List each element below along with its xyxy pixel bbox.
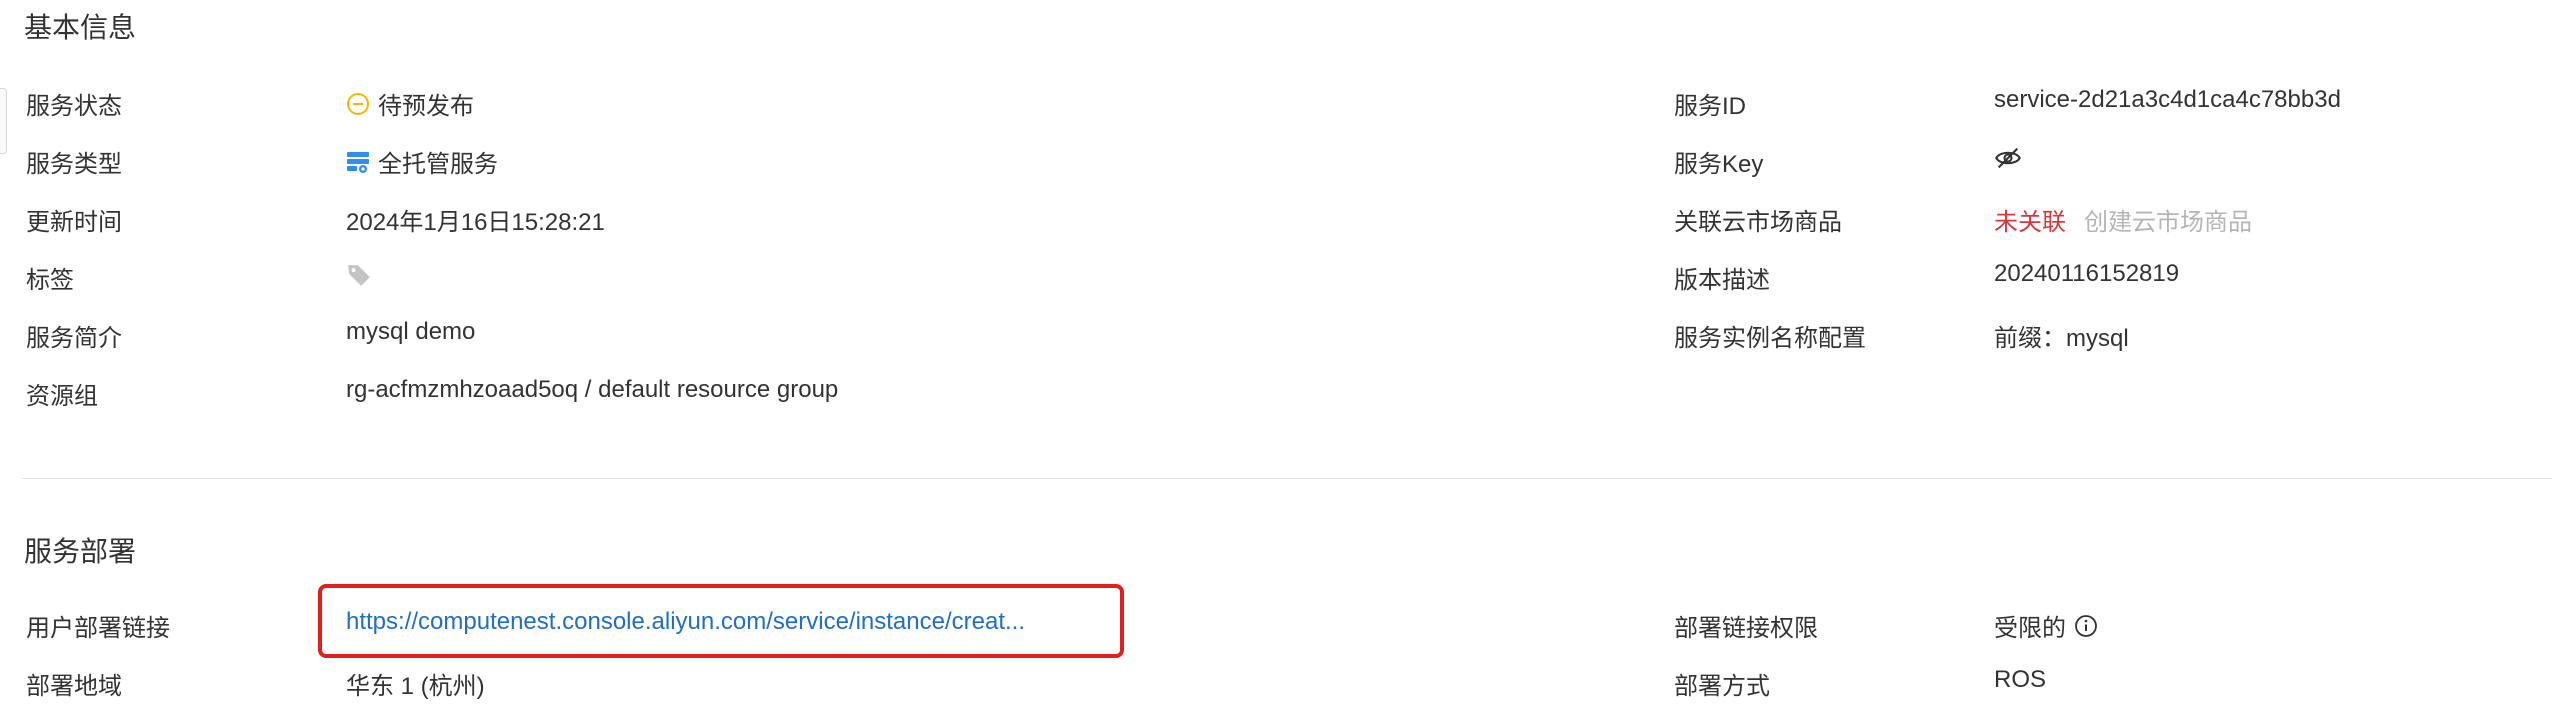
value-resource-group: rg-acfmzmhzoaad5oq / default resource gr… bbox=[346, 376, 839, 403]
info-icon[interactable] bbox=[2074, 614, 2098, 638]
label-linked-marketplace: 关联云市场商品 bbox=[1674, 209, 1842, 236]
value-version-description: 20240116152819 bbox=[1994, 260, 2180, 287]
unlinked-status: 未关联 bbox=[1994, 209, 2066, 236]
create-marketplace-product-link[interactable]: 创建云市场商品 bbox=[2084, 202, 2252, 237]
service-type-text: 全托管服务 bbox=[378, 151, 498, 178]
label-instance-name-config: 服务实例名称配置 bbox=[1674, 325, 1866, 352]
label-service-status: 服务状态 bbox=[26, 93, 122, 120]
value-service-type: 全托管服务 bbox=[346, 144, 498, 179]
permission-text: 受限的 bbox=[1994, 615, 2066, 642]
value-service-id: service-2d21a3c4d1ca4c78bb3d bbox=[1994, 86, 2341, 113]
managed-service-icon bbox=[346, 150, 370, 174]
value-linked-marketplace: 未关联 创建云市场商品 bbox=[1994, 202, 2252, 237]
section-divider bbox=[22, 478, 2552, 479]
label-deploy-region: 部署地域 bbox=[26, 673, 122, 700]
value-deploy-link-permission: 受限的 bbox=[1994, 608, 2106, 643]
label-service-key: 服务Key bbox=[1674, 151, 1764, 178]
value-update-time: 2024年1月16日15:28:21 bbox=[346, 209, 605, 236]
value-tags[interactable] bbox=[346, 262, 380, 288]
service-status-text: 待预发布 bbox=[378, 93, 474, 120]
tag-icon[interactable] bbox=[346, 262, 372, 288]
label-resource-group: 资源组 bbox=[26, 383, 98, 410]
eye-hidden-icon[interactable] bbox=[1994, 144, 2022, 172]
side-collapse-tab[interactable] bbox=[0, 88, 7, 154]
label-service-type: 服务类型 bbox=[26, 151, 122, 178]
value-service-key[interactable] bbox=[1994, 144, 2030, 172]
section-title-basic-info: 基本信息 bbox=[24, 12, 137, 43]
highlight-box bbox=[318, 584, 1124, 658]
label-tags: 标签 bbox=[26, 267, 74, 294]
label-service-summary: 服务简介 bbox=[26, 325, 122, 352]
value-deploy-region: 华东 1 (杭州) bbox=[346, 673, 485, 700]
label-service-id: 服务ID bbox=[1674, 93, 1746, 120]
label-user-deploy-link: 用户部署链接 bbox=[26, 615, 170, 642]
value-deploy-method: ROS bbox=[1994, 666, 2047, 693]
value-instance-name-config: 前缀：mysql bbox=[1994, 325, 2129, 352]
pending-status-icon bbox=[346, 92, 370, 116]
value-service-status: 待预发布 bbox=[346, 86, 474, 121]
label-update-time: 更新时间 bbox=[26, 209, 122, 236]
value-service-summary: mysql demo bbox=[346, 318, 476, 345]
label-deploy-link-permission: 部署链接权限 bbox=[1674, 615, 1818, 642]
section-title-deployment: 服务部署 bbox=[24, 536, 137, 567]
label-version-description: 版本描述 bbox=[1674, 267, 1770, 294]
label-deploy-method: 部署方式 bbox=[1674, 673, 1770, 700]
